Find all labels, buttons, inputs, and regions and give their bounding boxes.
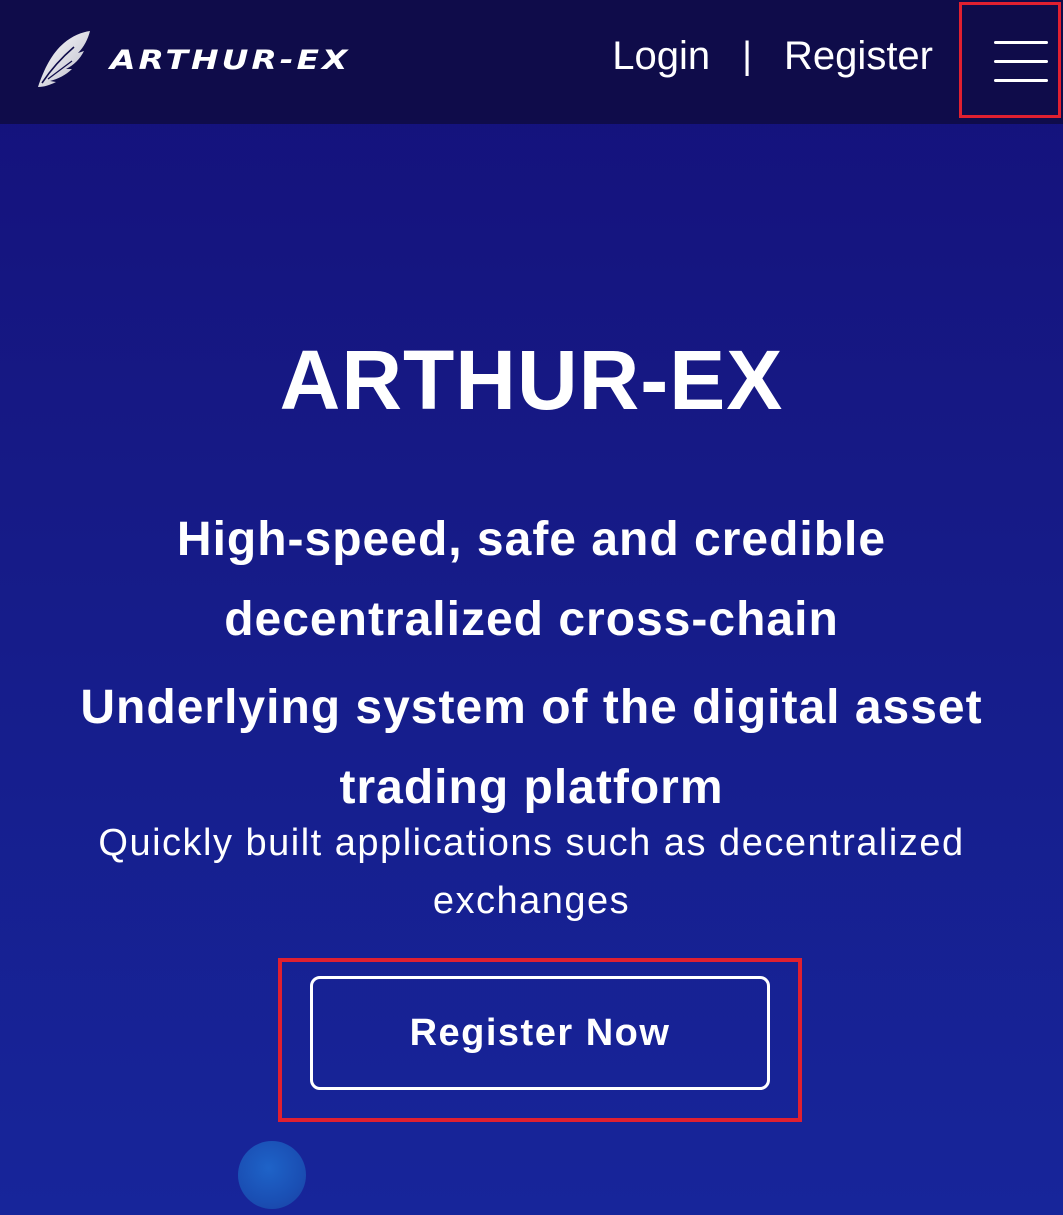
nav-separator: | (742, 35, 753, 77)
brand-name: ARTHUR-EX (110, 43, 351, 75)
hero-subtitle-1: High-speed, safe and credible decentrali… (176, 513, 887, 646)
register-link[interactable]: Register (784, 34, 933, 79)
auth-links: Login | Register (612, 34, 933, 79)
login-link[interactable]: Login (612, 34, 710, 79)
decorative-orb (238, 1141, 306, 1209)
hamburger-menu-icon-bar (994, 60, 1048, 63)
landing-page: ARTHUR-EX Login | Register ARTHUR-EX Hig… (0, 0, 1063, 1215)
hero-description: Quickly built applications such as decen… (98, 822, 965, 922)
feather-wing-icon (38, 31, 90, 87)
hamburger-menu-icon-bar (994, 79, 1048, 82)
hero-title: ARTHUR-EX (279, 333, 784, 427)
hamburger-menu-button[interactable] (959, 2, 1061, 118)
brand-logo[interactable]: ARTHUR-EX (34, 28, 351, 90)
register-now-button[interactable]: Register Now (310, 976, 770, 1090)
hero-subtitle-2: Underlying system of the digital asset t… (80, 681, 983, 814)
top-navigation-bar: ARTHUR-EX Login | Register (0, 0, 1063, 124)
hamburger-menu-icon (994, 41, 1048, 44)
